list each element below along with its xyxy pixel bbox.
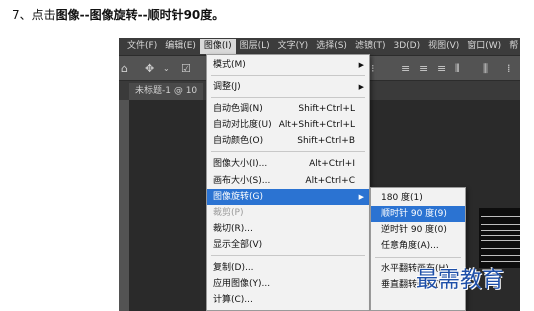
submenu-item-rotate-180[interactable]: 180 度(1)	[371, 190, 465, 206]
transform-icon[interactable]: ⁝	[371, 62, 375, 75]
menu-item-label: 裁切(R)...	[213, 224, 253, 234]
menu-item-label: 应用图像(Y)...	[213, 279, 271, 289]
menu-item-calculations[interactable]: 计算(C)...	[207, 292, 369, 308]
menu-item-label: 复制(D)...	[213, 263, 254, 273]
menu-item-shortcut: Shift+Ctrl+B	[297, 136, 355, 146]
image-menu-dropdown: 模式(M) ▶ 调整(J) ▶ 自动色调(N) Shift+Ctrl+L 自动对…	[206, 54, 370, 311]
menu-layer[interactable]: 图层(L)	[236, 39, 274, 54]
canvas-image	[479, 208, 520, 268]
menu-select[interactable]: 选择(S)	[312, 39, 351, 54]
menu-item-apply-image[interactable]: 应用图像(Y)...	[207, 276, 369, 292]
menu-item-auto-contrast[interactable]: 自动对比度(U) Alt+Shift+Ctrl+L	[207, 117, 369, 133]
menu-item-label: 显示全部(V)	[213, 240, 263, 250]
menu-item-image-size[interactable]: 图像大小(I)... Alt+Ctrl+I	[207, 156, 369, 172]
align-middle-icon[interactable]: ≡	[419, 62, 428, 75]
move-tool-icon[interactable]: ✥	[145, 62, 154, 75]
menu-item-crop[interactable]: 裁剪(P)	[207, 205, 369, 221]
menu-item-label: 调整(J)	[213, 82, 241, 92]
menu-bar: 文件(F) 编辑(E) 图像(I) 图层(L) 文字(Y) 选择(S) 滤镜(T…	[119, 38, 520, 55]
menu-window[interactable]: 窗口(W)	[463, 39, 505, 54]
menu-file[interactable]: 文件(F)	[123, 39, 161, 54]
chevron-down-icon[interactable]: ⌄	[163, 64, 170, 73]
menu-view[interactable]: 视图(V)	[424, 39, 463, 54]
menu-image[interactable]: 图像(I)	[199, 39, 236, 54]
menu-edit[interactable]: 编辑(E)	[161, 39, 200, 54]
menu-item-auto-color[interactable]: 自动颜色(O) Shift+Ctrl+B	[207, 133, 369, 149]
menu-item-label: 图像旋转(G)	[213, 192, 263, 202]
menu-item-label: 图像大小(I)...	[213, 159, 268, 169]
submenu-item-rotate-90-ccw[interactable]: 逆时针 90 度(0)	[371, 222, 465, 238]
menu-item-trim[interactable]: 裁切(R)...	[207, 221, 369, 237]
auto-select-checkbox-icon[interactable]: ☑	[181, 62, 191, 75]
menu-item-label: 裁剪(P)	[213, 208, 244, 218]
menu-item-duplicate[interactable]: 复制(D)...	[207, 260, 369, 276]
menu-item-reveal-all[interactable]: 显示全部(V)	[207, 237, 369, 253]
align-left-icon[interactable]: ⫴	[455, 62, 460, 76]
menu-type[interactable]: 文字(Y)	[274, 39, 313, 54]
menu-item-shortcut: Shift+Ctrl+L	[298, 104, 355, 114]
menu-item-label: 自动对比度(U)	[213, 120, 272, 130]
menu-item-image-rotation[interactable]: 图像旋转(G) ▶	[207, 189, 369, 205]
align-center-icon[interactable]: ⫼	[483, 62, 488, 76]
submenu-item-label: 180 度(1)	[381, 193, 423, 203]
menu-item-adjust[interactable]: 调整(J) ▶	[207, 79, 369, 95]
instruction-prefix: 7、点击	[12, 8, 56, 22]
submenu-item-label: 顺时针 90 度(9)	[381, 209, 447, 219]
home-icon[interactable]: ⌂	[121, 62, 128, 75]
submenu-item-label: 任意角度(A)...	[381, 241, 439, 251]
menu-item-label: 自动色调(N)	[213, 104, 263, 114]
menu-item-canvas-size[interactable]: 画布大小(S)... Alt+Ctrl+C	[207, 173, 369, 189]
menu-item-label: 画布大小(S)...	[213, 176, 271, 186]
align-bottom-icon[interactable]: ≡	[437, 62, 446, 75]
menu-item-label: 自动颜色(O)	[213, 136, 264, 146]
submenu-item-label: 逆时针 90 度(0)	[381, 225, 447, 235]
submenu-item-arbitrary[interactable]: 任意角度(A)...	[371, 238, 465, 254]
distribute-icon[interactable]: ⁞	[507, 62, 511, 75]
menu-item-shortcut: Alt+Ctrl+I	[309, 159, 355, 169]
menu-item-shortcut: Alt+Shift+Ctrl+L	[278, 120, 355, 130]
watermark-logo: 最需教育	[416, 268, 505, 293]
instruction-path: 图像--图像旋转--顺时针90度。	[55, 8, 225, 22]
menu-item-shortcut: Alt+Ctrl+C	[305, 176, 355, 186]
menu-filter[interactable]: 滤镜(T)	[351, 39, 390, 54]
submenu-item-rotate-90-cw[interactable]: 顺时针 90 度(9)	[371, 206, 465, 222]
menu-item-mode[interactable]: 模式(M) ▶	[207, 57, 369, 73]
document-tab[interactable]: 未标题-1 @ 10	[129, 83, 204, 100]
submenu-arrow-icon: ▶	[358, 83, 364, 91]
toolbar-strip	[119, 100, 129, 311]
align-top-icon[interactable]: ≡	[401, 62, 410, 75]
menu-3d[interactable]: 3D(D)	[389, 39, 424, 54]
menu-help[interactable]: 帮	[505, 39, 520, 54]
menu-item-label: 计算(C)...	[213, 295, 253, 305]
submenu-arrow-icon: ▶	[358, 193, 364, 201]
instruction-text: 7、点击图像--图像旋转--顺时针90度。	[12, 6, 224, 23]
menu-item-auto-tone[interactable]: 自动色调(N) Shift+Ctrl+L	[207, 101, 369, 117]
menu-item-label: 模式(M)	[213, 60, 246, 70]
submenu-arrow-icon: ▶	[358, 61, 364, 69]
